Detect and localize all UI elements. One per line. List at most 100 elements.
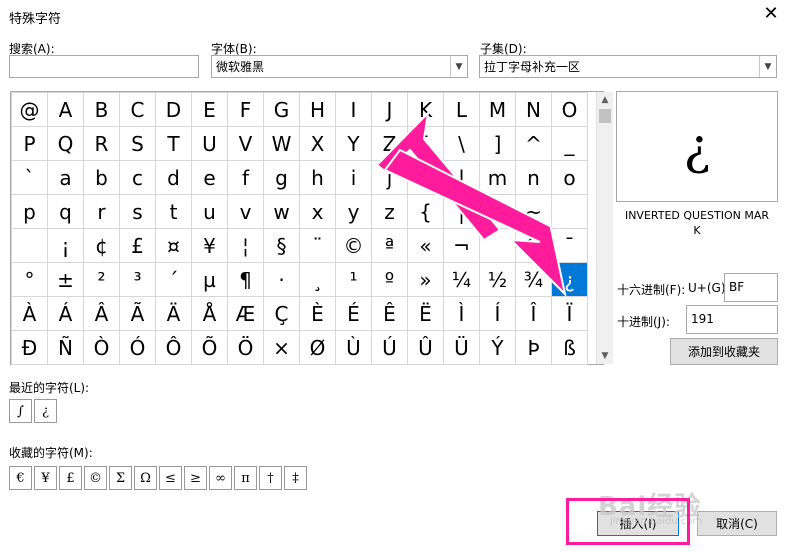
- character-cell[interactable]: I: [335, 92, 372, 127]
- character-cell[interactable]: ¼: [443, 262, 480, 297]
- character-cell[interactable]: o: [551, 160, 588, 195]
- character-cell[interactable]: ß: [551, 330, 588, 365]
- scroll-up-icon[interactable]: ▲: [597, 92, 613, 108]
- add-to-favorites-button[interactable]: 添加到收藏夹: [670, 338, 778, 365]
- favorite-character[interactable]: Σ: [109, 466, 132, 490]
- character-cell[interactable]: ¶: [227, 262, 264, 297]
- character-cell[interactable]: ¸: [299, 262, 336, 297]
- character-cell[interactable]: Ò: [83, 330, 120, 365]
- character-cell[interactable]: £: [119, 228, 156, 263]
- character-cell[interactable]: J: [371, 92, 408, 127]
- character-cell[interactable]: Þ: [515, 330, 552, 365]
- character-cell[interactable]: Ä: [155, 296, 192, 331]
- character-cell[interactable]: ¢: [83, 228, 120, 263]
- character-cell[interactable]: w: [263, 194, 300, 229]
- character-cell[interactable]: Â: [83, 296, 120, 331]
- character-cell[interactable]: k: [407, 160, 444, 195]
- character-cell[interactable]: Í: [479, 296, 516, 331]
- character-cell[interactable]: ×: [263, 330, 300, 365]
- character-cell[interactable]: Ë: [407, 296, 444, 331]
- character-cell[interactable]: a: [47, 160, 84, 195]
- character-cell[interactable]: S: [119, 126, 156, 161]
- character-cell[interactable]: f: [227, 160, 264, 195]
- character-cell[interactable]: P: [11, 126, 48, 161]
- character-cell[interactable]: ¤: [155, 228, 192, 263]
- character-cell[interactable]: C: [119, 92, 156, 127]
- character-cell[interactable]: Ç: [263, 296, 300, 331]
- character-cell[interactable]: Ù: [335, 330, 372, 365]
- character-cell[interactable]: Á: [47, 296, 84, 331]
- favorite-character[interactable]: ∞: [209, 466, 232, 490]
- character-cell[interactable]: q: [47, 194, 84, 229]
- character-cell[interactable]: [: [407, 126, 444, 161]
- character-cell[interactable]: Ú: [371, 330, 408, 365]
- search-input[interactable]: [9, 55, 199, 78]
- favorite-character[interactable]: Ω: [134, 466, 157, 490]
- character-cell[interactable]: º: [371, 262, 408, 297]
- character-cell[interactable]: Ð: [11, 330, 48, 365]
- character-cell[interactable]: Ý: [479, 330, 516, 365]
- character-cell[interactable]: ©: [335, 228, 372, 263]
- character-cell[interactable]: ¹: [335, 262, 372, 297]
- character-cell[interactable]: c: [119, 160, 156, 195]
- favorite-character[interactable]: ©: [84, 466, 107, 490]
- character-cell[interactable]: °: [11, 262, 48, 297]
- character-cell[interactable]: Û: [407, 330, 444, 365]
- character-cell[interactable]: [11, 228, 48, 263]
- character-cell[interactable]: Ê: [371, 296, 408, 331]
- font-select[interactable]: 微软雅黑 ▼: [211, 55, 468, 78]
- character-cell[interactable]: ¯: [551, 228, 588, 263]
- insert-button[interactable]: 插入(I): [597, 511, 679, 536]
- character-cell[interactable]: À: [11, 296, 48, 331]
- cancel-button[interactable]: 取消(C): [697, 511, 777, 536]
- character-cell[interactable]: j: [371, 160, 408, 195]
- character-cell[interactable]: ¿: [551, 262, 588, 297]
- character-cell[interactable]: }: [479, 194, 516, 229]
- character-cell[interactable]: ~: [515, 194, 552, 229]
- recent-character[interactable]: ∫: [9, 399, 32, 423]
- character-cell[interactable]: Õ: [191, 330, 228, 365]
- character-cell[interactable]: «: [407, 228, 444, 263]
- character-cell[interactable]: Y: [335, 126, 372, 161]
- character-cell[interactable]: §: [263, 228, 300, 263]
- character-cell[interactable]: Z: [371, 126, 408, 161]
- character-cell[interactable]: ª: [371, 228, 408, 263]
- favorite-character[interactable]: ¥: [34, 466, 57, 490]
- character-cell[interactable]: u: [191, 194, 228, 229]
- character-cell[interactable]: h: [299, 160, 336, 195]
- chevron-down-icon[interactable]: ▼: [450, 56, 467, 77]
- favorite-character[interactable]: ‡: [284, 466, 307, 490]
- character-cell[interactable]: U: [191, 126, 228, 161]
- scroll-thumb[interactable]: [599, 109, 611, 123]
- character-cell[interactable]: É: [335, 296, 372, 331]
- favorite-character[interactable]: π: [234, 466, 257, 490]
- character-cell[interactable]: ¡: [47, 228, 84, 263]
- character-cell[interactable]: T: [155, 126, 192, 161]
- character-cell[interactable]: y: [335, 194, 372, 229]
- character-cell[interactable]: ·: [263, 262, 300, 297]
- character-cell[interactable]: »: [407, 262, 444, 297]
- character-cell[interactable]: z: [371, 194, 408, 229]
- character-cell[interactable]: g: [263, 160, 300, 195]
- character-cell[interactable]: {: [407, 194, 444, 229]
- character-cell[interactable]: `: [11, 160, 48, 195]
- character-cell[interactable]: Ï: [551, 296, 588, 331]
- character-cell[interactable]: d: [155, 160, 192, 195]
- favorite-character[interactable]: ≤: [159, 466, 182, 490]
- favorite-character[interactable]: £: [59, 466, 82, 490]
- character-cell[interactable]: A: [47, 92, 84, 127]
- grid-scrollbar[interactable]: ▲ ▼: [596, 92, 613, 364]
- character-cell[interactable]: Æ: [227, 296, 264, 331]
- chevron-down-icon[interactable]: ▼: [759, 56, 776, 77]
- character-cell[interactable]: M: [479, 92, 516, 127]
- character-cell[interactable]: _: [551, 126, 588, 161]
- character-cell[interactable]: Ó: [119, 330, 156, 365]
- character-cell[interactable]: Ñ: [47, 330, 84, 365]
- character-cell[interactable]: Ã: [119, 296, 156, 331]
- character-cell[interactable]: E: [191, 92, 228, 127]
- character-cell[interactable]: ¬: [443, 228, 480, 263]
- character-cell[interactable]: ³: [119, 262, 156, 297]
- character-cell[interactable]: D: [155, 92, 192, 127]
- character-cell[interactable]: b: [83, 160, 120, 195]
- favorite-character[interactable]: ≥: [184, 466, 207, 490]
